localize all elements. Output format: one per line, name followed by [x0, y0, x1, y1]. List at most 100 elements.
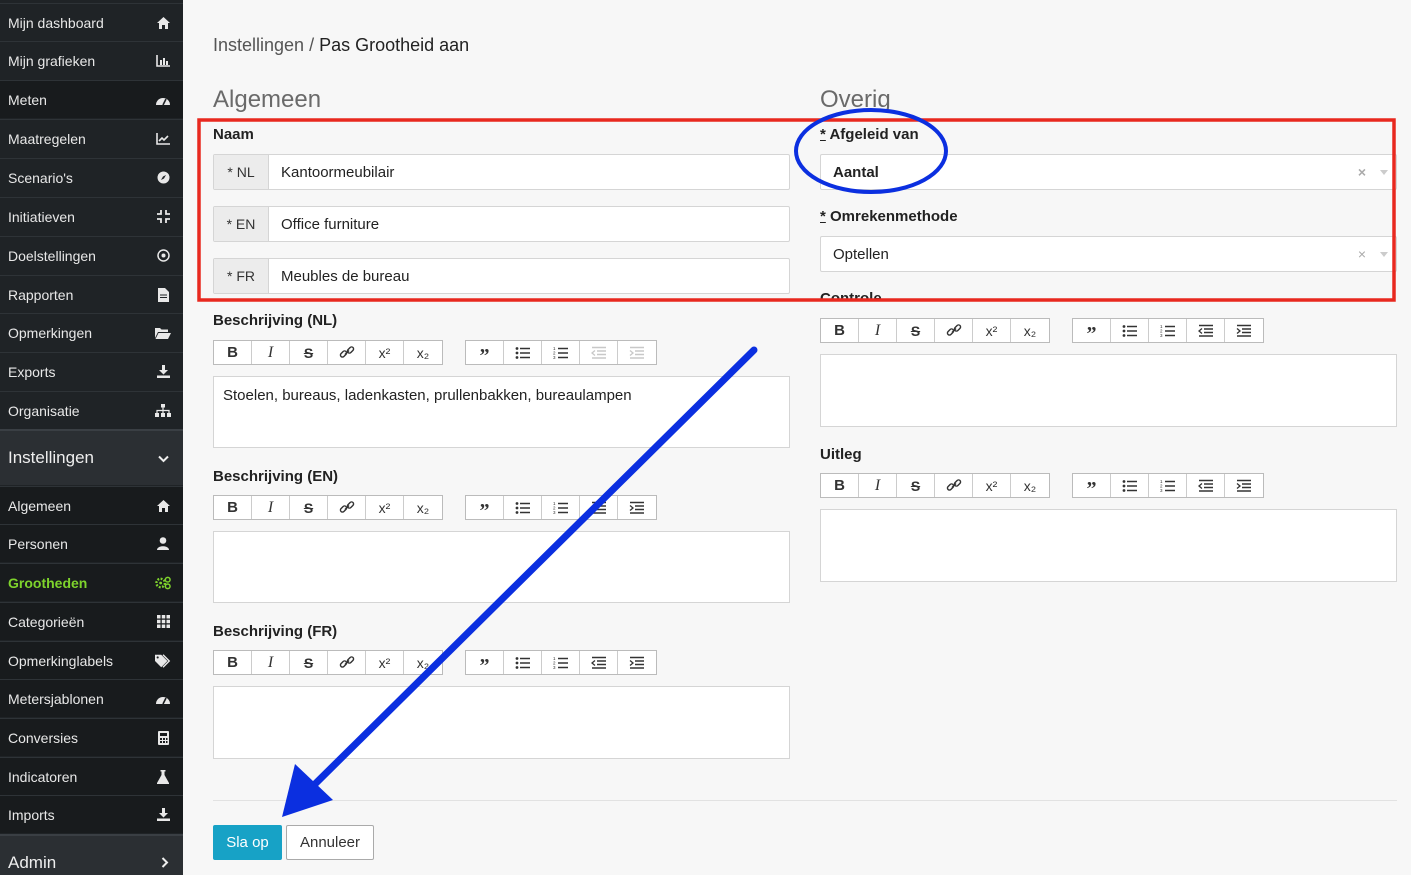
blockquote-button[interactable]: ” — [466, 651, 504, 676]
sidebar-item-metersjablonen[interactable]: Metersjablonen — [0, 679, 183, 717]
name-field-fr[interactable]: * FR Meubles de bureau — [213, 258, 790, 294]
numbered-list-button[interactable]: 123 — [542, 341, 580, 364]
caret-down-icon[interactable] — [1380, 170, 1388, 175]
omrekenmethode-select[interactable]: Optellen × — [820, 236, 1397, 272]
bold-button[interactable]: B — [214, 651, 252, 674]
bold-button[interactable]: B — [821, 319, 859, 342]
subscript-button[interactable]: x₂ — [1011, 319, 1049, 342]
strikethrough-button[interactable]: S — [290, 496, 328, 519]
indent-button[interactable] — [618, 651, 656, 674]
subscript-button[interactable]: x₂ — [404, 651, 442, 674]
superscript-button[interactable]: x² — [366, 496, 404, 519]
sidebar-item-opmerkinglabels[interactable]: Opmerkinglabels — [0, 641, 183, 679]
strikethrough-button[interactable]: S — [897, 319, 935, 342]
name-input-nl[interactable]: Kantoormeubilair — [269, 155, 789, 189]
numbered-list-button[interactable]: 123 — [542, 496, 580, 519]
save-button[interactable]: Sla op — [213, 825, 282, 860]
italic-button[interactable]: I — [252, 651, 290, 674]
italic-button[interactable]: I — [252, 496, 290, 519]
afgeleid-van-select[interactable]: Aantal × — [820, 154, 1397, 190]
superscript-button[interactable]: x² — [366, 651, 404, 674]
bold-button[interactable]: B — [214, 496, 252, 519]
numbered-list-button[interactable]: 123 — [542, 651, 580, 674]
italic-button[interactable]: I — [859, 319, 897, 342]
italic-button[interactable]: I — [252, 341, 290, 364]
bullet-list-button[interactable] — [504, 651, 542, 674]
sidebar-item-conversies[interactable]: Conversies — [0, 718, 183, 756]
outdent-button[interactable] — [1187, 319, 1225, 342]
numbered-list-button[interactable]: 123 — [1149, 319, 1187, 342]
sidebar-item-opmerkingen[interactable]: Opmerkingen — [0, 313, 183, 351]
controle-editor[interactable] — [820, 354, 1397, 427]
sidebar-item-imports[interactable]: Imports — [0, 795, 183, 833]
sidebar-item-categorieen[interactable]: Categorieën — [0, 602, 183, 640]
sidebar-item-meten[interactable]: Meten — [0, 80, 183, 118]
sidebar-item-organisatie[interactable]: Organisatie — [0, 391, 183, 429]
beschrijving-en-editor[interactable] — [213, 531, 790, 603]
blockquote-button[interactable]: ” — [466, 341, 504, 366]
indent-button[interactable] — [1225, 474, 1263, 497]
sidebar-section-admin[interactable]: Admin — [0, 834, 183, 875]
beschrijving-fr-editor[interactable] — [213, 686, 790, 759]
sidebar-item-doelstellingen[interactable]: Doelstellingen — [0, 236, 183, 274]
name-field-en[interactable]: * EN Office furniture — [213, 206, 790, 242]
bullet-list-button[interactable] — [504, 341, 542, 364]
sidebar-item-rapporten[interactable]: Rapporten — [0, 275, 183, 313]
bullet-list-button[interactable] — [504, 496, 542, 519]
italic-button[interactable]: I — [859, 474, 897, 497]
numbered-list-button[interactable]: 123 — [1149, 474, 1187, 497]
breadcrumb-parent[interactable]: Instellingen — [213, 35, 304, 55]
blockquote-button[interactable]: ” — [1073, 319, 1111, 344]
blockquote-button[interactable]: ” — [1073, 474, 1111, 499]
link-button[interactable] — [328, 341, 366, 364]
superscript-button[interactable]: x² — [366, 341, 404, 364]
indent-button[interactable] — [618, 341, 656, 364]
strikethrough-button[interactable]: S — [897, 474, 935, 497]
sidebar-item-maatregelen[interactable]: Maatregelen — [0, 119, 183, 157]
link-button[interactable] — [328, 496, 366, 519]
bold-button[interactable]: B — [214, 341, 252, 364]
outdent-button[interactable] — [1187, 474, 1225, 497]
italic-icon: I — [267, 498, 274, 516]
indent-button[interactable] — [1225, 319, 1263, 342]
strikethrough-button[interactable]: S — [290, 341, 328, 364]
link-button[interactable] — [935, 474, 973, 497]
bullet-list-button[interactable] — [1111, 474, 1149, 497]
sidebar-item-mijn-grafieken[interactable]: Mijn grafieken — [0, 41, 183, 79]
subscript-button[interactable]: x₂ — [404, 341, 442, 364]
clear-icon[interactable]: × — [1358, 246, 1366, 262]
bullet-list-button[interactable] — [1111, 319, 1149, 342]
name-field-nl[interactable]: * NL Kantoormeubilair — [213, 154, 790, 190]
name-input-fr[interactable]: Meubles de bureau — [269, 259, 789, 293]
outdent-button[interactable] — [580, 341, 618, 364]
link-button[interactable] — [328, 651, 366, 674]
caret-down-icon[interactable] — [1380, 252, 1388, 257]
bold-button[interactable]: B — [821, 474, 859, 497]
outdent-button[interactable] — [580, 496, 618, 519]
sidebar-item-algemeen[interactable]: Algemeen — [0, 486, 183, 524]
superscript-button[interactable]: x² — [973, 319, 1011, 342]
sidebar-item-indicatoren[interactable]: Indicatoren — [0, 757, 183, 795]
indent-button[interactable] — [618, 496, 656, 519]
superscript-button[interactable]: x² — [973, 474, 1011, 497]
sidebar-item-exports[interactable]: Exports — [0, 352, 183, 390]
tags-icon — [155, 653, 171, 669]
home-icon — [155, 498, 171, 514]
outdent-button[interactable] — [580, 651, 618, 674]
name-input-en[interactable]: Office furniture — [269, 207, 789, 241]
sidebar-item-mijn-dashboard[interactable]: Mijn dashboard — [0, 3, 183, 41]
subscript-button[interactable]: x₂ — [404, 496, 442, 519]
sidebar-section-instellingen[interactable]: Instellingen — [0, 429, 183, 485]
cancel-button[interactable]: Annuleer — [286, 825, 374, 860]
link-button[interactable] — [935, 319, 973, 342]
strikethrough-button[interactable]: S — [290, 651, 328, 674]
uitleg-editor[interactable] — [820, 509, 1397, 582]
sidebar-item-initiatieven[interactable]: Initiatieven — [0, 197, 183, 235]
sidebar-item-grootheden[interactable]: Grootheden — [0, 563, 183, 601]
clear-icon[interactable]: × — [1358, 164, 1366, 180]
beschrijving-nl-editor[interactable]: Stoelen, bureaus, ladenkasten, prullenba… — [213, 376, 790, 448]
sidebar-item-personen[interactable]: Personen — [0, 524, 183, 562]
sidebar-item-scenarios[interactable]: Scenario's — [0, 158, 183, 196]
blockquote-button[interactable]: ” — [466, 496, 504, 521]
subscript-button[interactable]: x₂ — [1011, 474, 1049, 497]
